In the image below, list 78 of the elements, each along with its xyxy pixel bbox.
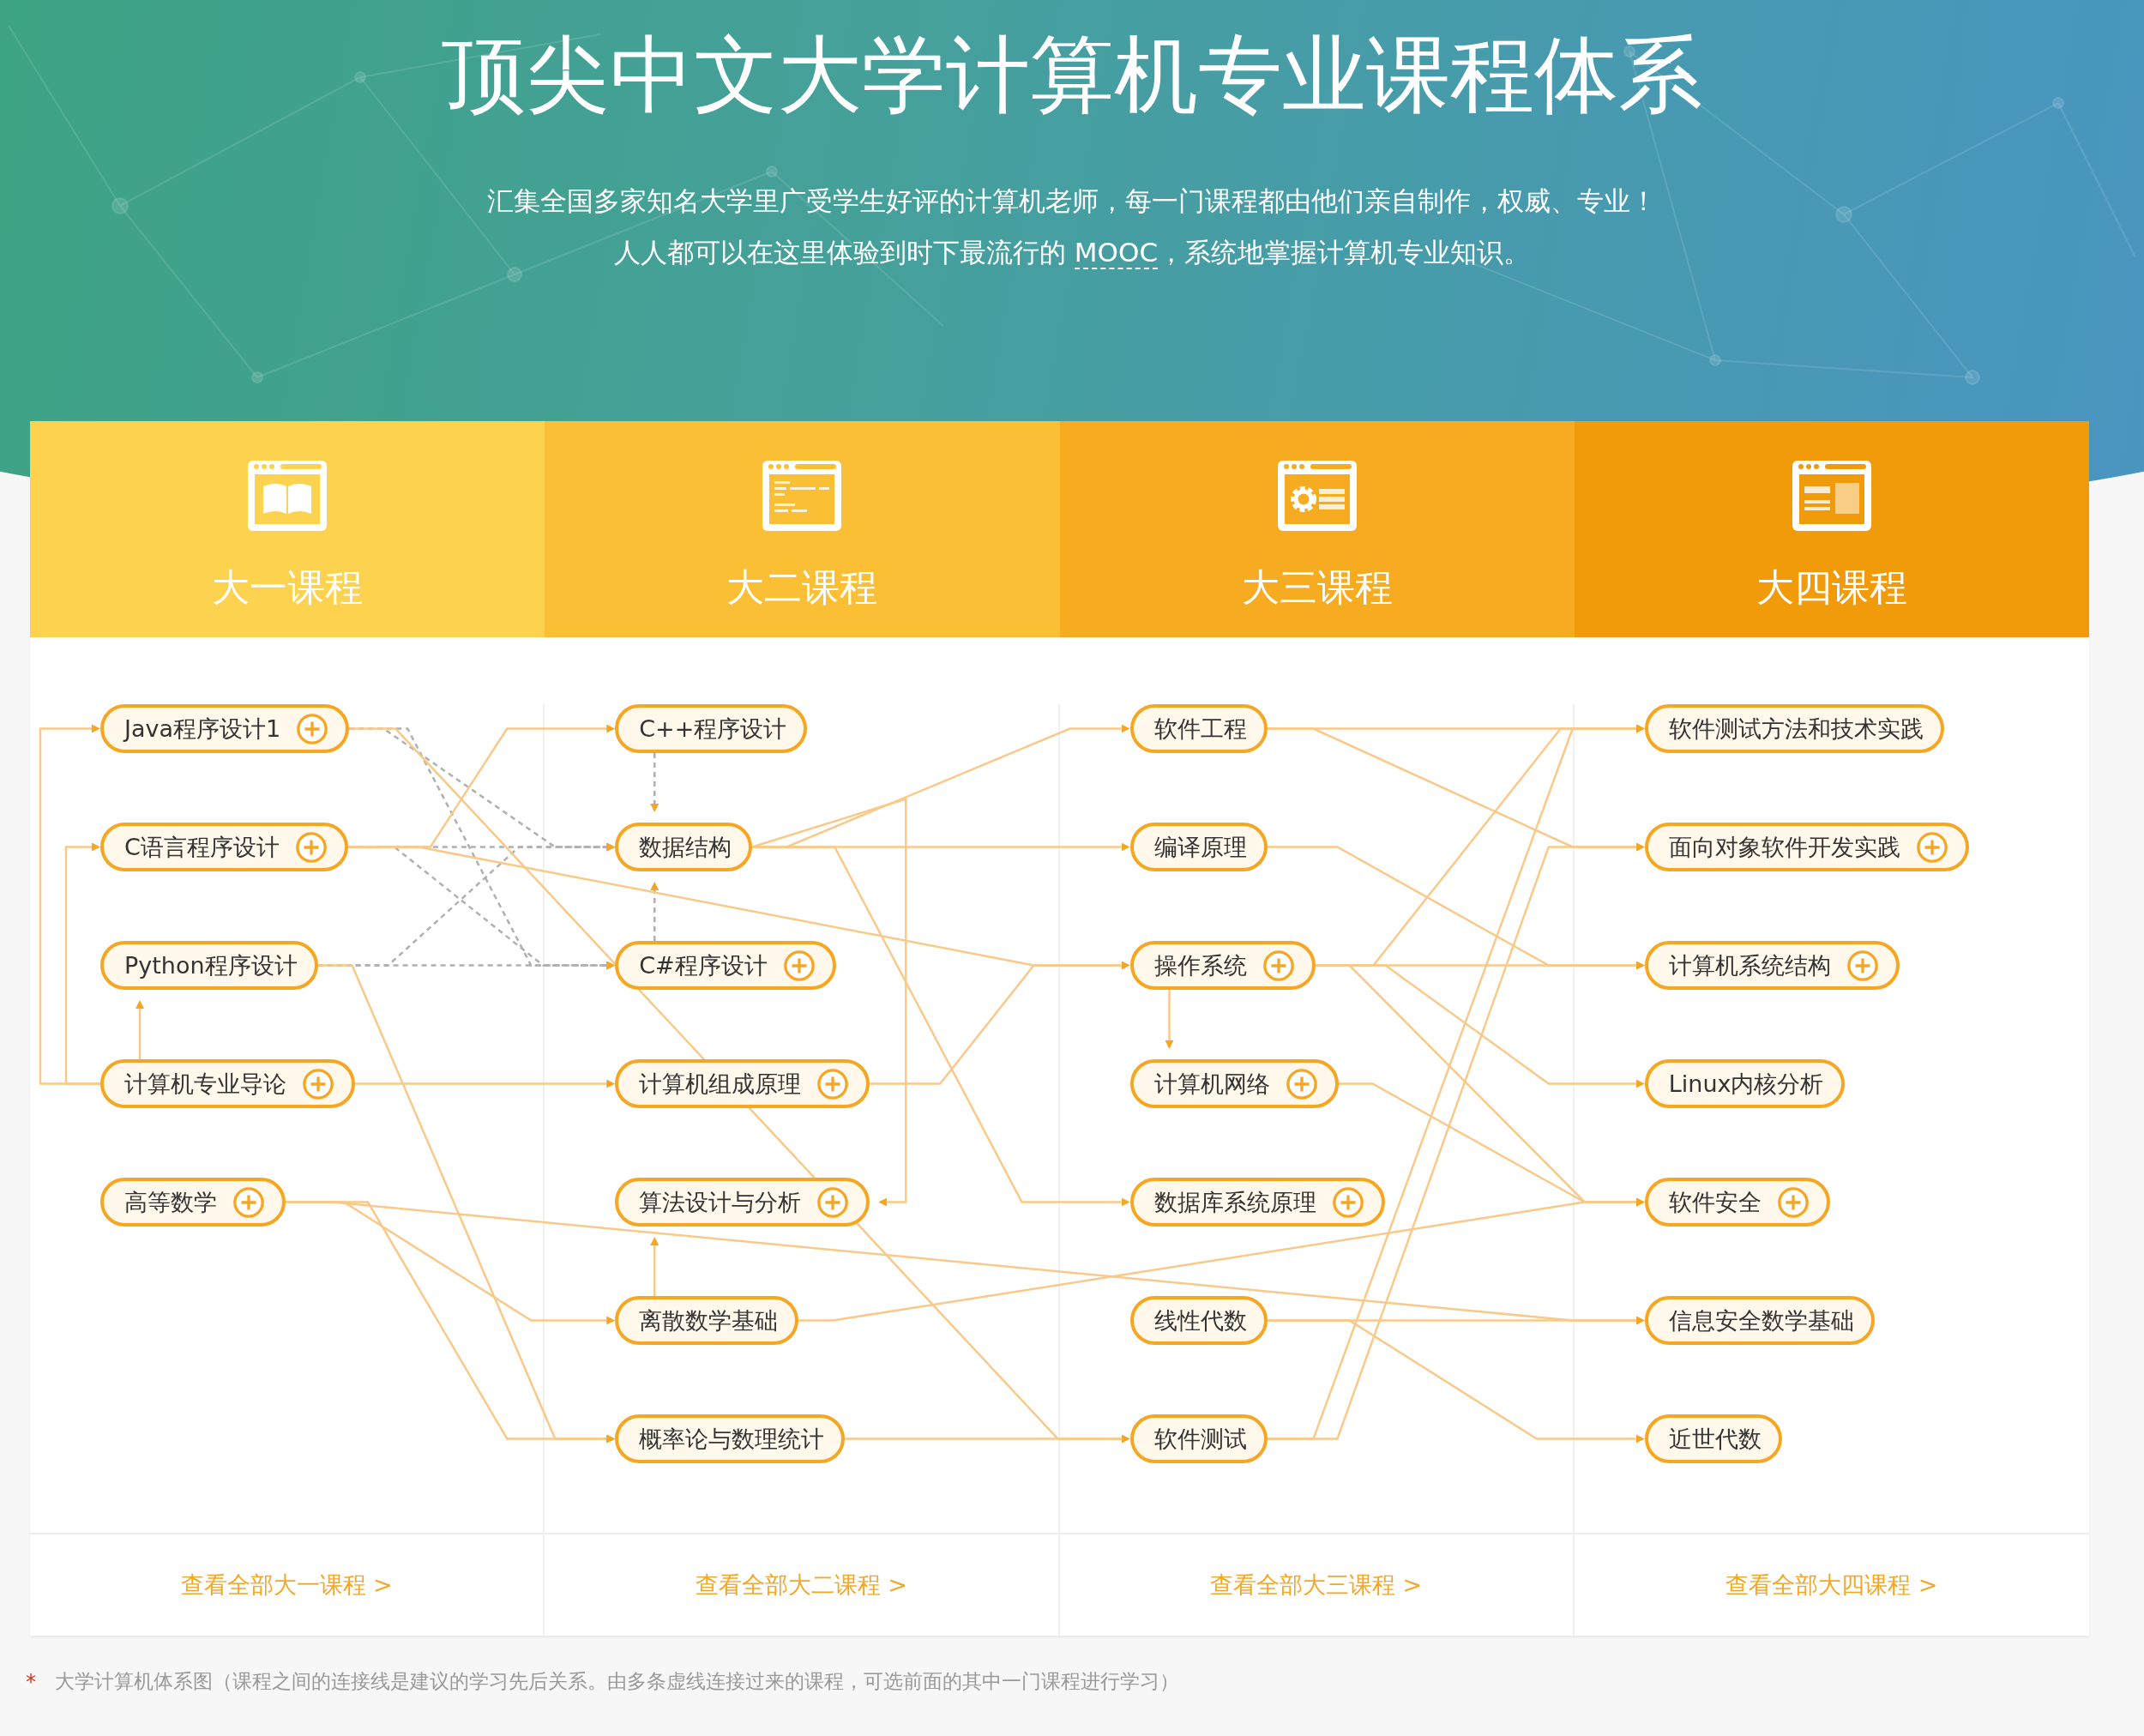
add-icon[interactable] bbox=[1915, 830, 1948, 864]
course-name: 离散数学基础 bbox=[639, 1305, 779, 1335]
course-name: C++程序设计 bbox=[639, 714, 787, 744]
course-name: Java程序设计1 bbox=[124, 714, 281, 744]
course-node[interactable]: 计算机系统结构 bbox=[1644, 941, 1900, 990]
course-node[interactable]: Linux内核分析 bbox=[1644, 1059, 1845, 1108]
course-name: 数据库系统原理 bbox=[1153, 1187, 1316, 1217]
course-name: 软件工程 bbox=[1153, 714, 1247, 744]
course-node[interactable]: Java程序设计1 bbox=[100, 704, 350, 753]
course-name: Python程序设计 bbox=[124, 950, 298, 980]
course-node[interactable]: 线性代数 bbox=[1129, 1296, 1268, 1345]
course-node[interactable]: 软件安全 bbox=[1644, 1178, 1830, 1227]
text-window-icon bbox=[761, 459, 844, 533]
add-icon[interactable] bbox=[1776, 1185, 1810, 1219]
course-node[interactable]: 近世代数 bbox=[1644, 1414, 1782, 1463]
intro-text: 人人都可以在这里体验到时下最流行的 MOOC，系统地掌握计算机专业知识。 bbox=[612, 236, 1532, 271]
add-icon[interactable] bbox=[1262, 949, 1295, 982]
page-title: 顶尖中文大学计算机专业课程体系 bbox=[441, 25, 1703, 125]
course-name: 线性代数 bbox=[1153, 1305, 1247, 1335]
add-icon[interactable] bbox=[782, 949, 816, 982]
course-node[interactable]: Python程序设计 bbox=[100, 941, 318, 990]
course-node[interactable]: 操作系统 bbox=[1129, 941, 1316, 990]
course-node[interactable]: 数据库系统原理 bbox=[1129, 1178, 1385, 1227]
course-name: 信息安全数学基础 bbox=[1668, 1305, 1854, 1335]
course-node[interactable]: 软件测试方法和技术实践 bbox=[1644, 704, 1944, 753]
year-title: 大二课程 bbox=[726, 564, 878, 611]
add-icon[interactable] bbox=[816, 1067, 850, 1100]
course-node[interactable]: C++程序设计 bbox=[615, 704, 808, 753]
course-name: 操作系统 bbox=[1153, 950, 1247, 980]
course-name: C#程序设计 bbox=[639, 950, 768, 980]
course-name: 数据结构 bbox=[639, 832, 732, 862]
course-name: 算法设计与分析 bbox=[639, 1187, 802, 1217]
layout-window-icon bbox=[1790, 459, 1873, 533]
footnote-text: 大学计算机体系图（课程之间的连接线是建议的学习先后关系。由多条虚线连接过来的课程，可选前面的其中一门课程进行学习） bbox=[55, 1669, 1179, 1694]
course-name: 近世代数 bbox=[1668, 1424, 1762, 1454]
course-node[interactable]: 信息安全数学基础 bbox=[1644, 1296, 1875, 1345]
course-node[interactable]: 高等数学 bbox=[100, 1178, 286, 1227]
course-node[interactable]: 计算机专业导论 bbox=[100, 1059, 355, 1108]
year-title: 大三课程 bbox=[1241, 564, 1393, 611]
course-node[interactable]: 离散数学基础 bbox=[615, 1296, 799, 1345]
course-node[interactable]: C#程序设计 bbox=[615, 941, 836, 990]
gear-window-icon bbox=[1275, 459, 1358, 533]
add-icon[interactable] bbox=[1331, 1185, 1364, 1219]
asterisk-mark: * bbox=[26, 1669, 36, 1694]
course-node[interactable]: 算法设计与分析 bbox=[615, 1178, 870, 1227]
year-title: 大四课程 bbox=[1756, 564, 1907, 611]
add-icon[interactable] bbox=[816, 1185, 850, 1219]
course-name: 计算机专业导论 bbox=[124, 1069, 286, 1099]
course-name: 软件测试方法和技术实践 bbox=[1668, 714, 1924, 744]
course-name: 软件测试 bbox=[1153, 1424, 1247, 1454]
add-icon[interactable] bbox=[1285, 1067, 1318, 1100]
book-window-icon bbox=[246, 459, 329, 533]
year-title: 大一课程 bbox=[212, 564, 364, 611]
intro-text: 汇集全国多家知名大学里广受学生好评的计算机老师，每一门课程都由他们亲自制作，权威、专业！ bbox=[486, 184, 1658, 218]
course-node[interactable]: 计算机组成原理 bbox=[615, 1059, 870, 1108]
course-name: 计算机组成原理 bbox=[639, 1069, 802, 1099]
course-node[interactable]: 编译原理 bbox=[1129, 823, 1268, 871]
add-icon[interactable] bbox=[232, 1185, 265, 1219]
add-icon[interactable] bbox=[294, 830, 328, 864]
course-name: 编译原理 bbox=[1153, 832, 1247, 862]
course-name: 软件安全 bbox=[1668, 1187, 1762, 1217]
course-node[interactable]: C语言程序设计 bbox=[100, 823, 348, 871]
course-name: 计算机系统结构 bbox=[1668, 950, 1831, 980]
course-node[interactable]: 计算机网络 bbox=[1129, 1059, 1339, 1108]
course-node[interactable]: 软件工程 bbox=[1129, 704, 1268, 753]
add-icon[interactable] bbox=[302, 1067, 334, 1100]
course-name: C语言程序设计 bbox=[124, 832, 280, 862]
course-name: 计算机网络 bbox=[1153, 1069, 1270, 1099]
course-node[interactable]: 面向对象软件开发实践 bbox=[1644, 823, 1969, 871]
course-name: 高等数学 bbox=[124, 1187, 217, 1217]
course-node[interactable]: 软件测试 bbox=[1129, 1414, 1268, 1463]
course-name: 概率论与数理统计 bbox=[639, 1424, 825, 1454]
course-name: 面向对象软件开发实践 bbox=[1668, 832, 1900, 862]
add-icon[interactable] bbox=[1846, 949, 1879, 982]
add-icon[interactable] bbox=[296, 712, 329, 745]
course-node[interactable]: 数据结构 bbox=[615, 823, 753, 871]
course-name: Linux内核分析 bbox=[1668, 1069, 1824, 1099]
course-node[interactable]: 概率论与数理统计 bbox=[615, 1414, 846, 1463]
